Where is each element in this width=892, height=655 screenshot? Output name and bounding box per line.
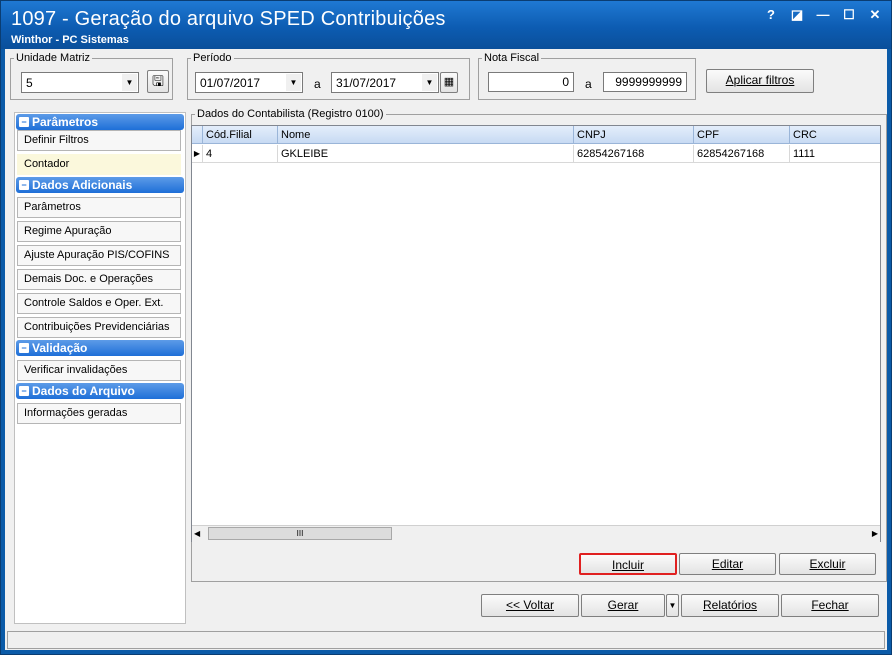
app-window: 1097 - Geração do arquivo SPED Contribui… xyxy=(0,0,892,655)
chevron-down-icon[interactable]: ▼ xyxy=(286,74,301,91)
table-cell-cod-filial[interactable]: 4 xyxy=(203,145,278,163)
horizontal-scrollbar[interactable]: ◀ III ▶ xyxy=(192,525,880,542)
edit-button[interactable]: Editar xyxy=(679,553,776,575)
sidebar-group-parametros[interactable]: − Parâmetros xyxy=(16,114,184,130)
apply-filters-button[interactable]: Aplicar filtros xyxy=(706,69,814,93)
periodo-separator: a xyxy=(314,77,321,91)
include-button[interactable]: Incluir xyxy=(579,553,677,575)
sidebar-item-demais-doc[interactable]: Demais Doc. e Operações xyxy=(17,269,181,290)
calendar-icon[interactable]: ▦ xyxy=(440,72,458,93)
scroll-thumb[interactable]: III xyxy=(208,527,392,540)
sidebar-item-contador[interactable]: Contador xyxy=(17,154,181,175)
unidade-matriz-select[interactable]: 5 ▼ xyxy=(21,72,139,93)
window-controls: ? ◪ — ☐ ✕ xyxy=(763,7,883,23)
chevron-down-icon[interactable]: ▼ xyxy=(122,74,137,91)
close-icon[interactable]: ✕ xyxy=(867,7,883,23)
periodo-start-value: 01/07/2017 xyxy=(200,76,261,90)
reports-button[interactable]: Relatórios xyxy=(681,594,779,617)
contabilista-legend: Dados do Contabilista (Registro 0100) xyxy=(197,108,384,120)
sidebar-group-label: Validação xyxy=(32,341,88,355)
collapse-icon[interactable]: − xyxy=(19,386,29,396)
sidebar-item-parametros[interactable]: Parâmetros xyxy=(17,197,181,218)
nota-separator: a xyxy=(585,77,592,91)
sidebar-item-informacoes-geradas[interactable]: Informações geradas xyxy=(17,403,181,424)
sidebar-group-label: Dados Adicionais xyxy=(32,178,133,192)
sidebar: − Parâmetros Definir Filtros Contador − … xyxy=(14,112,186,624)
window-title: 1097 - Geração do arquivo SPED Contribui… xyxy=(11,8,446,30)
title-bar: 1097 - Geração do arquivo SPED Contribui… xyxy=(1,1,891,49)
restore-icon[interactable]: ◪ xyxy=(789,7,805,23)
sidebar-item-regime-apuracao[interactable]: Regime Apuração xyxy=(17,221,181,242)
table-cell-cpf[interactable]: 62854267168 xyxy=(694,145,790,163)
maximize-icon[interactable]: ☐ xyxy=(841,7,857,23)
sidebar-item-definir-filtros[interactable]: Definir Filtros xyxy=(17,130,181,151)
nota-fiscal-legend: Nota Fiscal xyxy=(484,52,540,64)
sidebar-group-dados-arquivo[interactable]: − Dados do Arquivo xyxy=(16,383,184,399)
nota-end-input[interactable]: 9999999999 xyxy=(603,72,687,92)
column-header-cnpj[interactable]: CNPJ xyxy=(574,126,694,144)
minimize-icon[interactable]: — xyxy=(815,7,831,23)
collapse-icon[interactable]: − xyxy=(19,343,29,353)
sidebar-item-contribuicoes-prev[interactable]: Contribuições Previdenciárias xyxy=(17,317,181,338)
row-indicator-header xyxy=(192,126,203,144)
save-icon[interactable]: 🖫 xyxy=(147,70,169,93)
column-header-nome[interactable]: Nome xyxy=(278,126,574,144)
chevron-down-icon[interactable]: ▼ xyxy=(422,74,437,91)
window-subtitle: Winthor - PC Sistemas xyxy=(11,34,129,46)
sidebar-item-ajuste-apuracao[interactable]: Ajuste Apuração PIS/COFINS xyxy=(17,245,181,266)
close-button[interactable]: Fechar xyxy=(781,594,879,617)
column-header-crc[interactable]: CRC xyxy=(790,126,880,144)
collapse-icon[interactable]: − xyxy=(19,117,29,127)
sidebar-item-controle-saldos[interactable]: Controle Saldos e Oper. Ext. xyxy=(17,293,181,314)
table-cell-crc[interactable]: 1111 xyxy=(790,145,880,163)
column-header-cod-filial[interactable]: Cód.Filial xyxy=(203,126,278,144)
sidebar-group-label: Dados do Arquivo xyxy=(32,384,135,398)
status-bar xyxy=(7,631,885,649)
periodo-end-value: 31/07/2017 xyxy=(336,76,397,90)
sidebar-item-verificar-invalidacoes[interactable]: Verificar invalidações xyxy=(17,360,181,381)
back-button[interactable]: << Voltar xyxy=(481,594,579,617)
current-row-icon: ▶ xyxy=(192,145,203,163)
generate-button[interactable]: Gerar xyxy=(581,594,665,617)
generate-dropdown-icon[interactable]: ▼ xyxy=(666,594,679,617)
nota-start-input[interactable]: 0 xyxy=(488,72,574,92)
collapse-icon[interactable]: − xyxy=(19,180,29,190)
scroll-right-icon[interactable]: ▶ xyxy=(872,529,878,538)
table-cell-cnpj[interactable]: 62854267168 xyxy=(574,145,694,163)
periodo-start-select[interactable]: 01/07/2017 ▼ xyxy=(195,72,303,93)
table-cell-nome[interactable]: GKLEIBE xyxy=(278,145,574,163)
contabilista-table[interactable]: Cód.Filial Nome CNPJ CPF CRC ▶ 4 GKLEIBE… xyxy=(191,125,881,542)
periodo-end-select[interactable]: 31/07/2017 ▼ xyxy=(331,72,439,93)
delete-button[interactable]: Excluir xyxy=(779,553,876,575)
sidebar-group-validacao[interactable]: − Validação xyxy=(16,340,184,356)
periodo-legend: Período xyxy=(193,52,232,64)
sidebar-group-dados-adicionais[interactable]: − Dados Adicionais xyxy=(16,177,184,193)
client-area: Unidade Matriz 5 ▼ 🖫 Período 01/07/2017 … xyxy=(5,49,887,650)
sidebar-group-label: Parâmetros xyxy=(32,115,99,129)
unidade-matriz-value: 5 xyxy=(26,76,33,90)
help-icon[interactable]: ? xyxy=(763,7,779,23)
column-header-cpf[interactable]: CPF xyxy=(694,126,790,144)
unidade-matriz-legend: Unidade Matriz xyxy=(16,52,90,64)
scroll-left-icon[interactable]: ◀ xyxy=(194,529,200,538)
